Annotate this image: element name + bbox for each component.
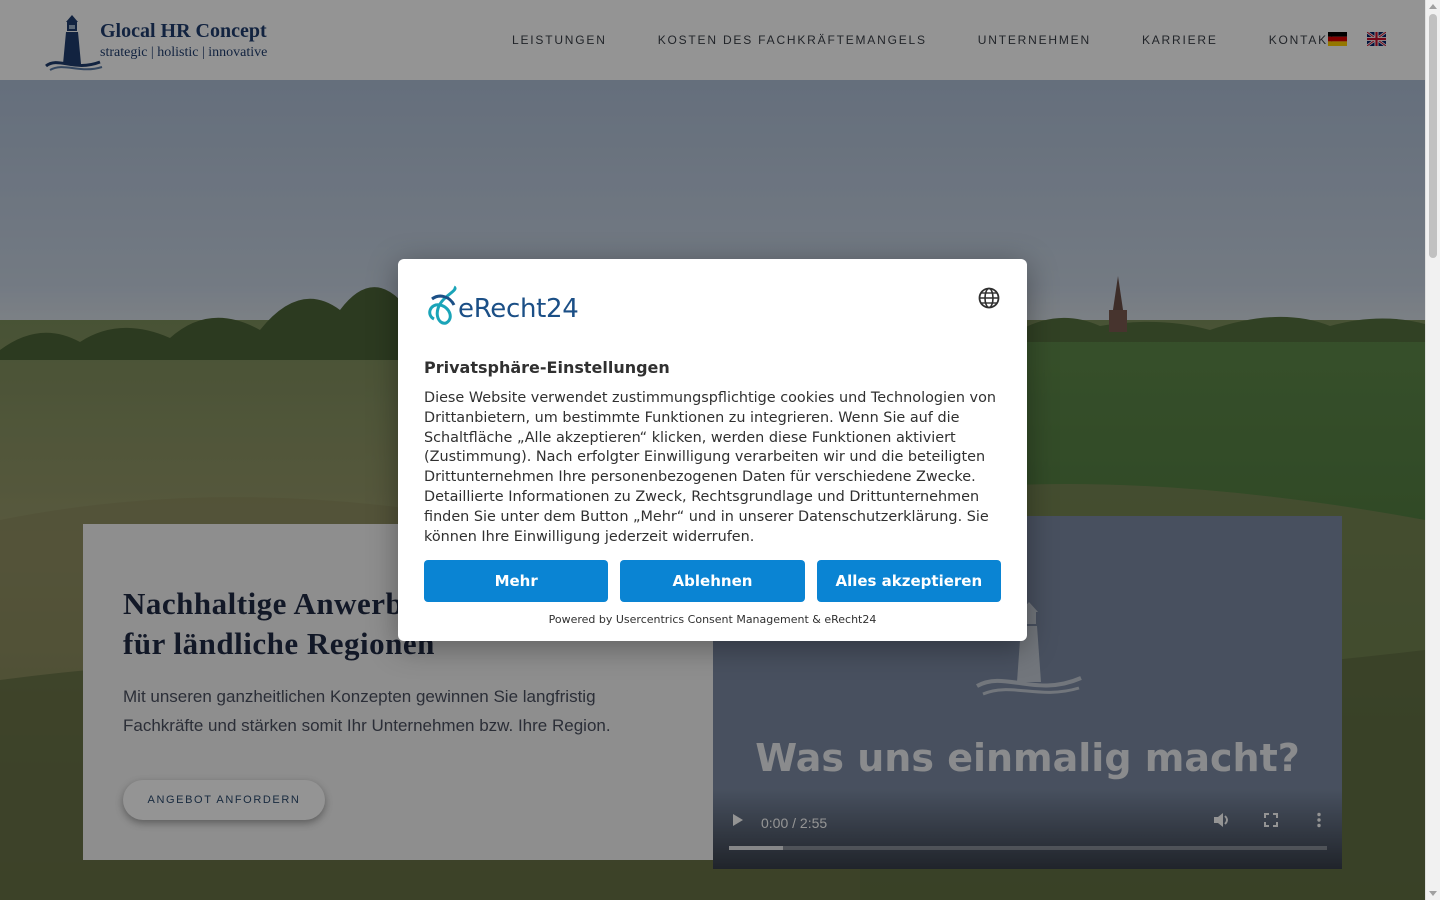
consent-dialog: eRecht24 Privatsphäre-Einstellungen Dies… (398, 259, 1027, 641)
consent-brand: eRecht24 (458, 294, 579, 324)
scroll-thumb[interactable] (1429, 14, 1437, 258)
decline-button[interactable]: Ablehnen (620, 560, 805, 602)
page-scrollbar[interactable] (1425, 0, 1440, 900)
consent-buttons: Mehr Ablehnen Alles akzeptieren (424, 560, 1001, 602)
consent-title: Privatsphäre-Einstellungen (424, 358, 670, 377)
more-button[interactable]: Mehr (424, 560, 609, 602)
powered-by-text: Powered by Usercentrics Consent Manageme… (548, 613, 877, 626)
globe-icon[interactable] (978, 287, 1000, 309)
consent-text: Diese Website verwendet zustimmungspflic… (424, 390, 996, 545)
accept-all-button[interactable]: Alles akzeptieren (816, 560, 1001, 602)
scroll-down-arrow-icon[interactable] (1429, 891, 1437, 896)
scroll-up-arrow-icon[interactable] (1429, 4, 1437, 9)
